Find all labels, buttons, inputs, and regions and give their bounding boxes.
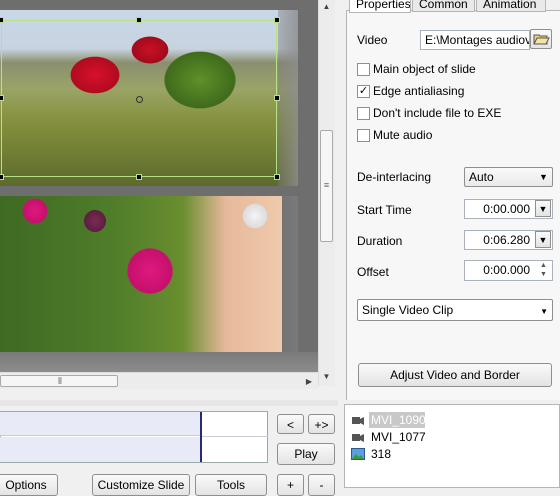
next-slide-button[interactable]: +> <box>308 414 335 434</box>
resize-handle-top-left[interactable] <box>0 17 4 23</box>
resize-handle-right[interactable] <box>274 95 280 101</box>
previous-slide-button[interactable]: < <box>277 414 304 434</box>
chevron-down-icon: ▼ <box>540 307 548 316</box>
folder-open-icon <box>533 34 550 45</box>
chevron-down-icon: ▼ <box>539 172 548 182</box>
offset-spin-down-icon[interactable]: ▼ <box>536 270 551 279</box>
slide-list-item-mvi-1090[interactable]: MVI_1090 <box>371 412 426 428</box>
adjust-video-border-button[interactable]: Adjust Video and Border <box>358 363 552 387</box>
scroll-grip-icon: ≡ <box>323 180 330 190</box>
slide-list-item-318[interactable]: 318 <box>371 446 391 462</box>
scroll-grip-icon: ⦀ <box>58 376 62 386</box>
video-path-field[interactable]: E:\Montages audiov <box>420 30 530 50</box>
mute-audio-label: Mute audio <box>373 128 433 142</box>
checkmark-icon: ✓ <box>358 85 369 97</box>
timeline-cursor[interactable] <box>200 412 202 462</box>
tools-button[interactable]: Tools <box>195 474 267 496</box>
dont-include-exe-label: Don't include file to EXE <box>373 106 502 120</box>
edge-antialiasing-checkbox[interactable]: ✓ <box>357 85 370 98</box>
scroll-down-arrow-icon[interactable]: ▼ <box>320 372 333 381</box>
pane-splitter[interactable] <box>0 400 338 406</box>
deinterlacing-select[interactable]: Auto ▼ <box>464 167 553 187</box>
start-time-dropdown-icon[interactable]: ▼ <box>535 200 551 217</box>
offset-label: Offset <box>357 265 389 279</box>
video-label: Video <box>357 33 388 47</box>
resize-handle-top-right[interactable] <box>274 17 280 23</box>
object-shadow <box>282 196 298 352</box>
play-button[interactable]: Play <box>277 443 335 465</box>
scroll-up-arrow-icon[interactable]: ▲ <box>320 2 333 11</box>
slide-canvas[interactable] <box>0 0 318 372</box>
resize-handle-bottom[interactable] <box>136 174 142 180</box>
tab-common[interactable]: Common <box>412 0 475 12</box>
resize-handle-bottom-left[interactable] <box>0 174 4 180</box>
object-shadow <box>278 10 298 186</box>
video-camera-icon <box>352 417 364 425</box>
mute-audio-checkbox[interactable] <box>357 129 370 142</box>
clip-mode-select[interactable]: Single Video Clip ▼ <box>357 299 553 321</box>
timeline-track[interactable] <box>0 412 200 436</box>
start-time-label: Start Time <box>357 203 412 217</box>
options-button[interactable]: Options <box>0 474 58 496</box>
main-object-label: Main object of slide <box>373 62 476 76</box>
duration-label: Duration <box>357 234 403 248</box>
tab-animation[interactable]: Animation <box>476 0 546 12</box>
resize-handle-left[interactable] <box>0 95 4 101</box>
remove-slide-button[interactable]: - <box>308 474 335 496</box>
clip-mode-value: Single Video Clip <box>362 303 454 317</box>
video-object-flower-pink[interactable] <box>0 196 282 352</box>
video-camera-icon <box>352 434 364 442</box>
add-slide-button[interactable]: + <box>277 474 304 496</box>
rotation-center-handle[interactable] <box>136 96 143 103</box>
tab-properties[interactable]: Properties <box>349 0 411 13</box>
offset-spin-up-icon[interactable]: ▲ <box>536 261 551 270</box>
edge-antialiasing-label: Edge antialiasing <box>373 84 465 98</box>
browse-video-button[interactable] <box>530 29 552 49</box>
deinterlacing-label: De-interlacing <box>357 170 432 184</box>
resize-handle-top[interactable] <box>136 17 142 23</box>
main-object-checkbox[interactable] <box>357 63 370 76</box>
customize-slide-button[interactable]: Customize Slide <box>92 474 190 496</box>
dont-include-exe-checkbox[interactable] <box>357 107 370 120</box>
scroll-right-arrow-icon[interactable]: ▶ <box>303 377 315 386</box>
track-divider <box>202 436 268 437</box>
resize-handle-bottom-right[interactable] <box>274 174 280 180</box>
timeline-track[interactable] <box>0 437 200 462</box>
canvas-bottom-area <box>0 352 318 372</box>
image-icon <box>351 448 365 460</box>
slide-list-item-mvi-1077[interactable]: MVI_1077 <box>371 429 426 445</box>
duration-dropdown-icon[interactable]: ▼ <box>535 231 551 248</box>
deinterlacing-value: Auto <box>469 170 494 184</box>
